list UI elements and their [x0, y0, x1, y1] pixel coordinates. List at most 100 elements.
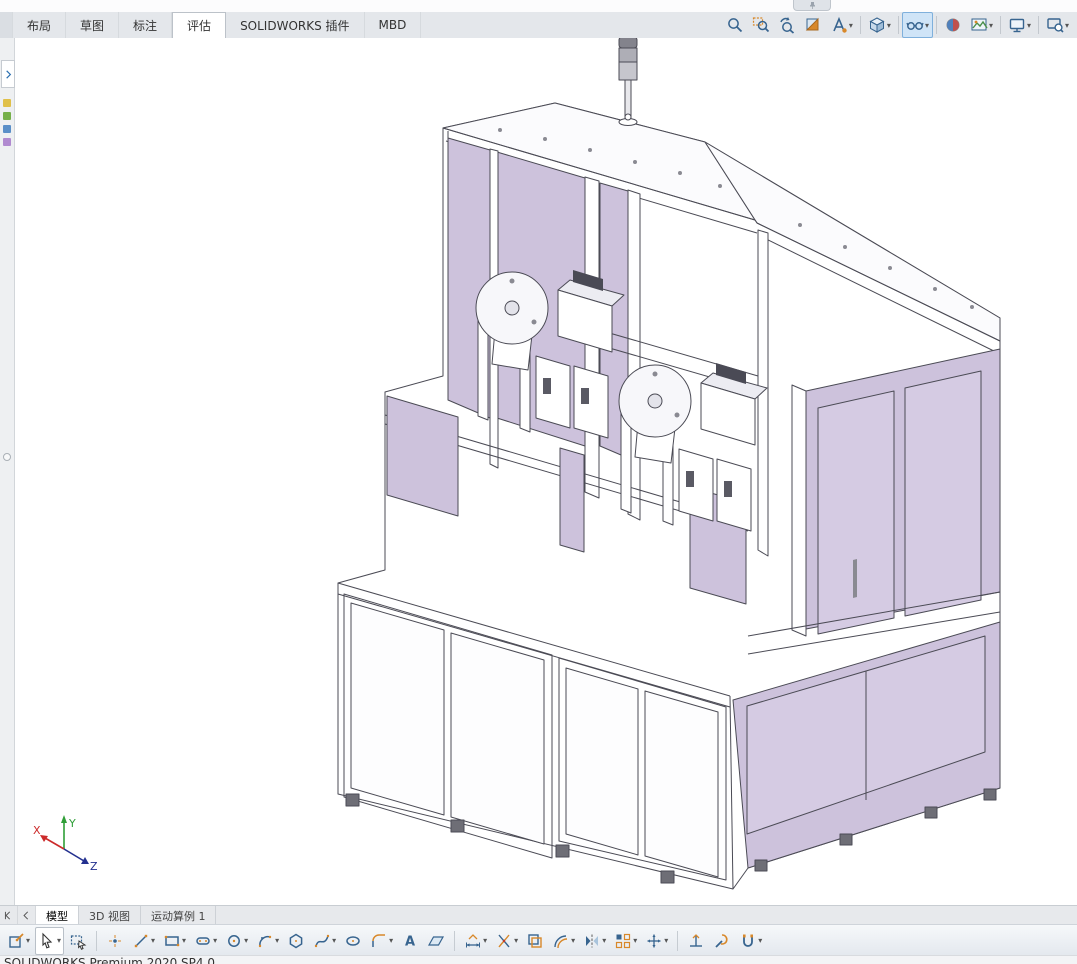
snaps-icon [739, 932, 757, 950]
ellipse-button[interactable] [341, 927, 365, 955]
zoom-area-button[interactable] [748, 12, 774, 38]
offset-button[interactable]: ▾ [549, 927, 578, 955]
ribbon-tab-solidworks-addins[interactable]: SOLIDWORKS 插件 [226, 12, 364, 38]
dropdown-arrow-icon: ▾ [244, 936, 248, 945]
toolbar-separator [454, 931, 455, 951]
title-strip [0, 0, 1077, 12]
tab-scroll-start-button[interactable] [0, 906, 18, 925]
feature-manager-flyout-button[interactable] [1, 60, 15, 88]
previous-view-icon [778, 16, 796, 34]
offset-icon [552, 932, 570, 950]
dropdown-arrow-icon: ▾ [758, 936, 762, 945]
sketch-button[interactable]: ▾ [4, 927, 33, 955]
hide-show-button[interactable]: ▾ [902, 12, 933, 38]
view-settings-icon [1008, 16, 1026, 34]
bottom-tab-motion-study-1[interactable]: 运动算例 1 [141, 906, 217, 925]
trim-button[interactable]: ▾ [492, 927, 521, 955]
pattern-icon [614, 932, 632, 950]
rectangle-icon [163, 932, 181, 950]
menu-pin-tab[interactable] [793, 0, 831, 11]
dropdown-arrow-icon: ▾ [389, 936, 393, 945]
spline-button[interactable]: ▾ [310, 927, 339, 955]
ribbon-tab-evaluate[interactable]: 评估 [172, 12, 226, 39]
dropdown-arrow-icon: ▾ [182, 936, 186, 945]
display-style-icon [868, 16, 886, 34]
status-text: SOLIDWORKS Premium 2020 SP4.0 [4, 956, 215, 964]
move-icon [645, 932, 663, 950]
mirror-button[interactable]: ▾ [580, 927, 609, 955]
ribbon-tab-layout[interactable]: 布局 [13, 12, 66, 38]
polygon-button[interactable] [284, 927, 308, 955]
previous-view-button[interactable] [774, 12, 800, 38]
repair-button[interactable] [710, 927, 734, 955]
tab-scroll-left-button[interactable] [18, 906, 36, 925]
dropdown-arrow-icon: ▾ [213, 936, 217, 945]
box-select-icon [69, 932, 87, 950]
section-view-button[interactable] [800, 12, 826, 38]
point-button[interactable] [103, 927, 127, 955]
convert-entities-icon [526, 932, 544, 950]
relations-button[interactable] [684, 927, 708, 955]
select-button[interactable]: ▾ [35, 927, 64, 955]
ribbon-tab-partial[interactable] [0, 12, 13, 38]
move-button[interactable]: ▾ [642, 927, 671, 955]
orientation-triad: Y X Z [33, 815, 98, 873]
graphics-viewport[interactable]: Y X Z [14, 38, 1077, 906]
annotation-view-button[interactable]: ▾ [826, 12, 857, 38]
dropdown-arrow-icon: ▾ [887, 21, 891, 30]
dropdown-arrow-icon: ▾ [151, 936, 155, 945]
ribbon-tab-sketch[interactable]: 草图 [66, 12, 119, 38]
fillet-icon [370, 932, 388, 950]
convert-entities-button[interactable] [523, 927, 547, 955]
pin-icon [808, 1, 817, 10]
toolbar-separator [677, 931, 678, 951]
bottom-tab-3d-views[interactable]: 3D 视图 [79, 906, 141, 925]
triad-z-label: Z [90, 860, 98, 873]
edit-appearance-button[interactable] [940, 12, 966, 38]
dropdown-arrow-icon: ▾ [1065, 21, 1069, 30]
pattern-button[interactable]: ▾ [611, 927, 640, 955]
circle-icon [225, 932, 243, 950]
feature-node-icon-2[interactable] [3, 112, 11, 120]
panel-splitter-grip[interactable] [3, 453, 11, 461]
zoom-fit-button[interactable] [722, 12, 748, 38]
feature-node-icon-4[interactable] [3, 138, 11, 146]
circle-button[interactable]: ▾ [222, 927, 251, 955]
machine-model: Y X Z [33, 38, 1000, 889]
mirror-icon [583, 932, 601, 950]
dropdown-arrow-icon: ▾ [275, 936, 279, 945]
sketch-toolbar: ▾▾▾▾▾▾▾▾▾A▾▾▾▾▾▾▾ [0, 924, 1077, 956]
slot-button[interactable]: ▾ [191, 927, 220, 955]
line-button[interactable]: ▾ [129, 927, 158, 955]
fillet-button[interactable]: ▾ [367, 927, 396, 955]
triad-x-label: X [33, 824, 41, 837]
tab-scroll-left-icon [21, 910, 32, 921]
ribbon-tab-annotation[interactable]: 标注 [119, 12, 172, 38]
smart-dimension-icon [464, 932, 482, 950]
ellipse-icon [344, 932, 362, 950]
apply-scene-icon [970, 16, 988, 34]
model-canvas[interactable]: Y X Z [14, 38, 1077, 906]
arc-button[interactable]: ▾ [253, 927, 282, 955]
bottom-tab-model[interactable]: 模型 [36, 906, 79, 925]
dropdown-arrow-icon: ▾ [571, 936, 575, 945]
text-button[interactable]: A [398, 927, 422, 955]
feature-node-icon-3[interactable] [3, 125, 11, 133]
ribbon-tab-mbd[interactable]: MBD [365, 12, 422, 38]
feature-node-icon-1[interactable] [3, 99, 11, 107]
tab-scroll-start-icon [3, 910, 14, 921]
dropdown-arrow-icon: ▾ [1027, 21, 1031, 30]
smart-dimension-button[interactable]: ▾ [461, 927, 490, 955]
box-select-button[interactable] [66, 927, 90, 955]
display-style-button[interactable]: ▾ [864, 12, 895, 38]
plane-button[interactable] [424, 927, 448, 955]
view-settings-button[interactable]: ▾ [1004, 12, 1035, 38]
toolbar-separator [1038, 16, 1039, 34]
snaps-button[interactable]: ▾ [736, 927, 765, 955]
zoom-screen-button[interactable]: ▾ [1042, 12, 1073, 38]
status-bar: SOLIDWORKS Premium 2020 SP4.0 [0, 955, 1077, 964]
heads-up-toolbar: ▾ ▾ ▾ ▾ ▾ ▾ [722, 12, 1077, 38]
zoom-area-icon [752, 16, 770, 34]
rectangle-button[interactable]: ▾ [160, 927, 189, 955]
apply-scene-button[interactable]: ▾ [966, 12, 997, 38]
